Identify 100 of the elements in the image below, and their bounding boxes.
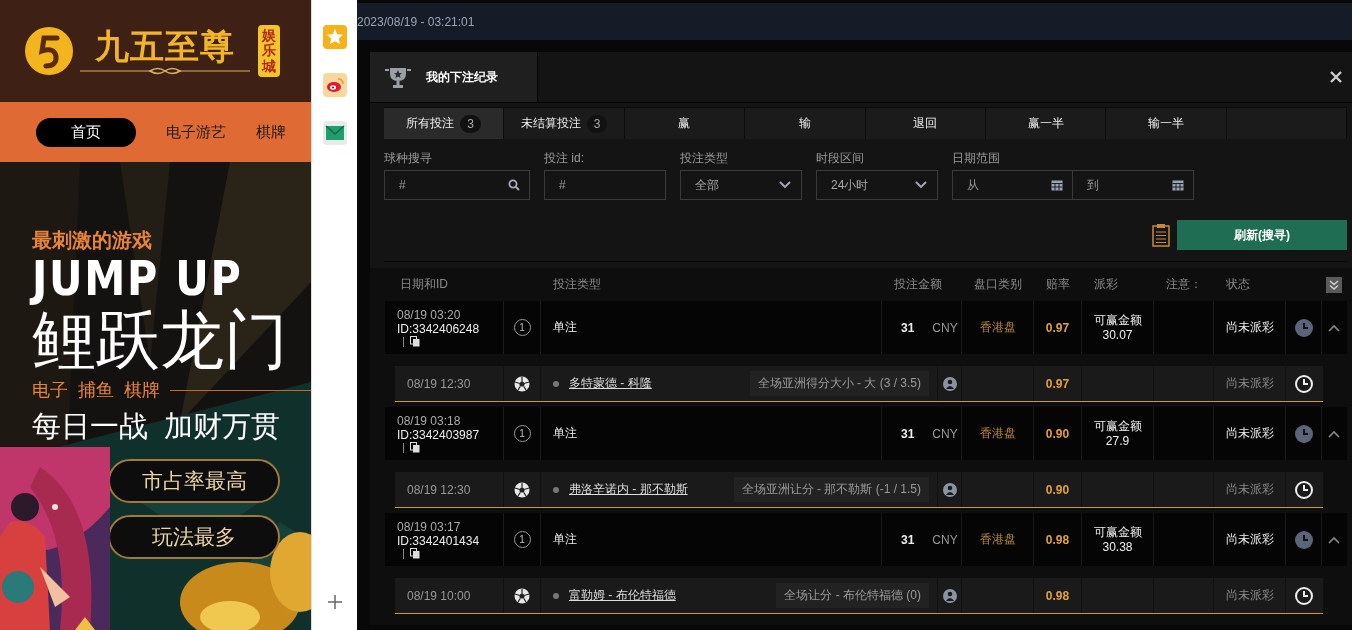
filter-tab[interactable]: 未结算投注 3	[504, 108, 625, 139]
copy-icon[interactable]	[410, 336, 420, 347]
bet-time: 08/19 03:17	[397, 520, 461, 534]
column-header: 注意：	[1165, 276, 1203, 293]
bet-id: ID:3342403987	[397, 428, 480, 442]
logo-icon	[24, 26, 74, 76]
dropdown[interactable]: 24小时	[816, 170, 938, 200]
filter-tab[interactable]: 输一半	[1106, 108, 1227, 139]
currency: CNY	[932, 532, 958, 547]
date-field[interactable]: 从	[952, 170, 1073, 200]
filter-tab[interactable]: 赢	[624, 108, 746, 139]
column-header: 赔率	[1045, 276, 1071, 293]
filter-label: 投注 id:	[544, 151, 585, 165]
search-field[interactable]: #	[384, 170, 530, 200]
chevron-down-icon	[915, 181, 927, 189]
nav-link[interactable]: 电子游艺	[166, 117, 226, 147]
chevron-down-icon	[779, 181, 791, 189]
count-badge: 3	[586, 114, 608, 133]
input-field[interactable]: #	[544, 170, 666, 200]
odds-format: 香港盘	[979, 531, 1016, 548]
nav-link[interactable]: 棋牌	[256, 117, 286, 147]
clock-icon	[1294, 318, 1313, 337]
dropdown[interactable]: 全部	[680, 170, 802, 200]
tab-label: 赢	[678, 115, 691, 132]
match-time: 08/19 12:30	[407, 482, 471, 497]
add-icon[interactable]	[326, 594, 343, 610]
person-icon	[942, 588, 957, 603]
column-header: 日期和ID	[399, 276, 449, 293]
clock-icon	[1294, 424, 1313, 443]
match-link[interactable]: 富勒姆 - 布伦特福德	[569, 587, 676, 604]
bet-type: 单注	[552, 531, 577, 548]
tab-label: 所有投注	[406, 115, 455, 132]
bet-time: 08/19 03:20	[397, 308, 461, 322]
column-header: 投注金额	[893, 276, 943, 293]
selection-status: 尚未派彩	[1225, 587, 1274, 604]
payout-value: 27.9	[1105, 433, 1130, 449]
calendar-icon	[1051, 179, 1063, 191]
currency: CNY	[932, 320, 958, 335]
odds-value: 0.97	[1045, 320, 1070, 335]
match-time: 08/19 12:30	[407, 376, 471, 391]
filter-tab[interactable]: 所有投注 3	[384, 108, 505, 139]
bet-time: 08/19 03:18	[397, 414, 461, 428]
clock-icon	[1295, 374, 1313, 393]
bet-id: ID:3342406248	[397, 322, 480, 336]
filter-label: 投注类型	[680, 151, 729, 165]
tab-label: 赢一半	[1027, 115, 1064, 132]
odds-value: 0.90	[1045, 482, 1070, 497]
trophy-icon	[384, 66, 412, 88]
tab-label: 输一半	[1147, 115, 1184, 132]
payout-label: 可赢金额	[1093, 312, 1142, 328]
clipboard-icon[interactable]	[1152, 223, 1170, 247]
selection-status: 尚未派彩	[1225, 481, 1274, 498]
bet-id: ID:3342401434	[397, 534, 480, 548]
date-field[interactable]: 到	[1073, 170, 1194, 200]
market-tag: 全场让分 - 布伦特福德 (0)	[776, 583, 929, 608]
bet-status: 尚未派彩	[1225, 425, 1274, 442]
copy-icon[interactable]	[410, 442, 420, 453]
payout-value: 30.07	[1102, 327, 1133, 343]
odds-value: 0.98	[1045, 588, 1070, 603]
count-badge: 3	[460, 114, 482, 133]
clock-icon	[1295, 586, 1313, 605]
collapse-icon[interactable]	[1328, 429, 1340, 438]
odds-value: 0.98	[1045, 532, 1070, 547]
currency: CNY	[932, 426, 958, 441]
filter-label: 球种搜寻	[384, 151, 433, 165]
stake-amount: 31	[901, 426, 915, 441]
match-time: 08/19 10:00	[407, 588, 471, 603]
column-header: 盘口类别	[973, 276, 1023, 293]
bet-type: 单注	[552, 319, 577, 336]
refresh-button[interactable]: 刷新(搜寻)	[1177, 220, 1347, 250]
column-header: 投注类型	[552, 276, 602, 293]
collapse-icon[interactable]	[1328, 535, 1340, 544]
market-tag: 全场亚洲得分大小 - 大 (3 / 3.5)	[749, 371, 929, 396]
close-icon[interactable]	[1330, 71, 1342, 83]
bet-status: 尚未派彩	[1225, 319, 1274, 336]
person-icon	[942, 376, 957, 391]
clock-icon	[1295, 480, 1313, 499]
filter-tab[interactable]: 赢一半	[985, 108, 1107, 139]
filter-tab[interactable]: 输	[745, 108, 866, 139]
logo-badge: 娱乐城	[258, 24, 280, 78]
nav-link[interactable]: 首页	[36, 117, 136, 147]
bet-type: 单注	[552, 425, 577, 442]
mail-icon[interactable]	[322, 121, 347, 145]
search-icon	[508, 179, 520, 191]
odds-value: 0.97	[1045, 376, 1070, 391]
odds-format: 香港盘	[979, 425, 1016, 442]
stake-amount: 31	[901, 532, 915, 547]
soccer-ball-icon	[514, 481, 530, 498]
match-link[interactable]: 弗洛辛诺内 - 那不勒斯	[569, 481, 688, 498]
logo-text: 九五至尊	[95, 26, 235, 66]
copy-icon[interactable]	[410, 548, 420, 559]
column-header: 状态	[1225, 276, 1251, 293]
expand-all-icon[interactable]	[1326, 276, 1342, 293]
dialog-tab[interactable]: 我的下注纪录	[370, 52, 538, 102]
odds-value: 0.90	[1045, 426, 1070, 441]
filter-tab[interactable]: 退回	[865, 108, 986, 139]
filter-label: 日期范围	[952, 151, 1001, 165]
collapse-icon[interactable]	[1328, 323, 1340, 332]
match-link[interactable]: 多特蒙德 - 科隆	[569, 375, 652, 392]
column-header: 派彩	[1093, 276, 1119, 293]
